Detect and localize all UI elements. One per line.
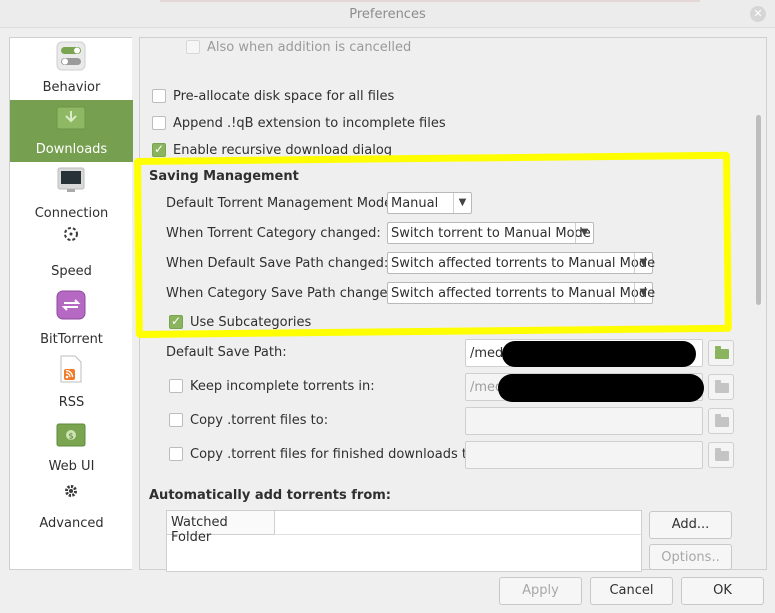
append-extension-label: Append .!qB extension to incomplete file… [173, 116, 446, 131]
sidebar-item-webui[interactable]: $ Web UI [10, 414, 133, 478]
management-mode-value: Manual [391, 196, 439, 211]
browse-incomplete-path-button[interactable] [708, 374, 734, 400]
default-save-path-label: Default Save Path: [166, 345, 287, 360]
sidebar-item-bittorrent[interactable]: BitTorrent [10, 282, 133, 350]
add-watched-folder-button[interactable]: Add... [649, 511, 732, 539]
title-bar-strip [160, 0, 700, 2]
folder-icon [715, 448, 729, 461]
keep-incomplete-label: Keep incomplete torrents in: [190, 379, 375, 394]
copy-finished-input[interactable] [465, 441, 703, 469]
category-changed-label: When Torrent Category changed: [166, 226, 381, 241]
sidebar: Behavior Downloads Connection Speed BitT… [9, 37, 133, 570]
ok-button[interactable]: OK [681, 577, 764, 605]
download-folder-icon [56, 106, 86, 130]
append-extension-checkbox[interactable] [152, 116, 166, 130]
webui-folder-icon: $ [56, 423, 86, 447]
folder-icon [715, 414, 729, 427]
browse-copy-finished-button[interactable] [708, 442, 734, 468]
category-path-changed-value: Switch affected torrents to Manual Mode [391, 286, 656, 301]
window-title: Preferences [349, 7, 426, 22]
use-subcategories-checkbox[interactable] [169, 314, 183, 329]
sidebar-item-behavior[interactable]: Behavior [10, 38, 133, 100]
svg-text:$: $ [68, 432, 73, 441]
copy-finished-label: Copy .torrent files for finished downloa… [190, 447, 480, 462]
sidebar-item-label: Speed [51, 264, 92, 279]
category-changed-value: Switch torrent to Manual Mode [391, 226, 591, 241]
cancel-button[interactable]: Cancel [590, 577, 673, 605]
copy-finished-checkbox[interactable] [169, 447, 183, 461]
copy-torrent-input[interactable] [465, 407, 703, 435]
preallocate-checkbox[interactable] [152, 89, 166, 103]
management-mode-label: Default Torrent Management Mode: [166, 196, 397, 211]
use-subcategories-label: Use Subcategories [190, 315, 312, 330]
browse-default-path-button[interactable] [708, 340, 734, 366]
close-icon[interactable]: ✕ [750, 6, 766, 22]
sidebar-item-label: Connection [34, 206, 109, 221]
also-when-cancelled-checkbox[interactable] [186, 40, 200, 54]
sidebar-item-label: Web UI [48, 459, 95, 474]
default-save-path-input[interactable]: /med [465, 339, 703, 367]
sidebar-item-label: Advanced [39, 516, 104, 531]
watched-folder-options-button[interactable]: Options.. [649, 544, 732, 570]
recursive-dialog-label: Enable recursive download dialog [173, 143, 393, 158]
default-path-changed-value: Switch affected torrents to Manual Mode [391, 256, 656, 271]
preferences-window: Preferences ✕ Behavior Downloads Connect… [0, 0, 775, 613]
sidebar-item-speed[interactable]: Speed [10, 224, 133, 282]
default-path-changed-select[interactable]: Switch affected torrents to Manual Mode … [387, 252, 656, 274]
default-save-path-value: /med [470, 346, 504, 361]
scrollbar-thumb[interactable] [756, 115, 761, 305]
category-path-changed-label: When Category Save Path changed: [166, 286, 401, 301]
toggle-switch-icon [56, 41, 86, 71]
monitor-icon [57, 167, 85, 192]
chevron-down-icon: ▼ [575, 223, 593, 243]
saving-management-heading: Saving Management [149, 169, 299, 184]
chevron-down-icon: ▼ [634, 283, 652, 303]
chevron-down-icon: ▼ [634, 253, 652, 273]
sidebar-item-rss[interactable]: RSS [10, 350, 133, 414]
sidebar-item-label: RSS [58, 395, 85, 410]
preallocate-label: Pre-allocate disk space for all files [173, 89, 395, 104]
gear-icon [65, 485, 77, 497]
keep-incomplete-checkbox[interactable] [169, 379, 183, 393]
category-changed-select[interactable]: Switch torrent to Manual Mode ▼ [387, 222, 594, 244]
sidebar-item-downloads[interactable]: Downloads [10, 100, 133, 162]
folder-icon [715, 346, 729, 359]
also-when-cancelled-label: Also when addition is cancelled [207, 40, 412, 55]
browse-copy-torrent-button[interactable] [708, 408, 734, 434]
auto-add-heading: Automatically add torrents from: [149, 488, 392, 503]
default-path-changed-label: When Default Save Path changed: [166, 256, 389, 271]
watched-folder-column-header[interactable]: Watched Folder [167, 511, 275, 545]
keep-incomplete-input[interactable]: /med [465, 373, 704, 402]
copy-torrent-checkbox[interactable] [169, 413, 183, 427]
rss-icon [60, 355, 82, 383]
redaction-mark [502, 341, 696, 367]
sidebar-item-label: Behavior [42, 80, 101, 95]
sidebar-item-label: BitTorrent [40, 332, 103, 347]
folder-icon [715, 380, 729, 393]
table-header-divider [275, 534, 643, 535]
bittorrent-icon [56, 290, 86, 320]
sidebar-item-connection[interactable]: Connection [10, 162, 133, 224]
sidebar-item-label: Downloads [35, 142, 108, 157]
title-bar: Preferences ✕ [0, 0, 775, 28]
watched-folders-table[interactable]: Watched Folder [166, 510, 643, 572]
sidebar-item-advanced[interactable]: Advanced [10, 478, 133, 542]
speedometer-icon [64, 227, 78, 241]
chevron-down-icon: ▼ [453, 193, 471, 213]
apply-button[interactable]: Apply [499, 577, 582, 605]
category-path-changed-select[interactable]: Switch affected torrents to Manual Mode … [387, 282, 656, 304]
management-mode-select[interactable]: Manual ▼ [387, 192, 472, 214]
copy-torrent-label: Copy .torrent files to: [190, 413, 329, 428]
redaction-mark [498, 374, 704, 402]
recursive-dialog-checkbox[interactable] [152, 142, 166, 157]
